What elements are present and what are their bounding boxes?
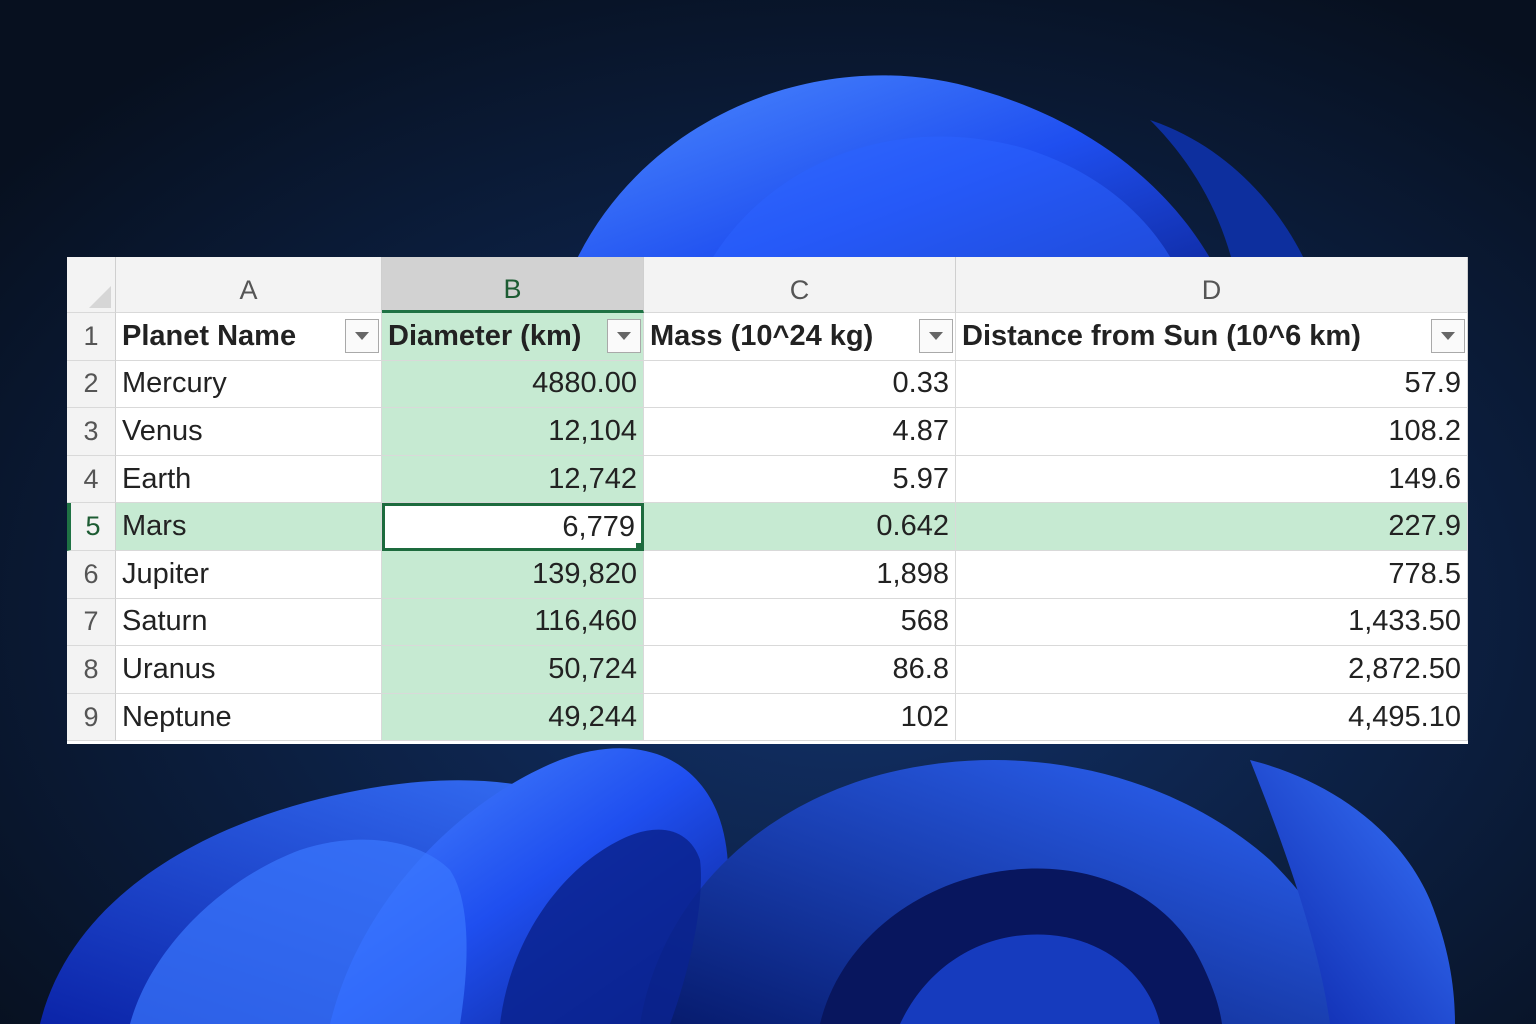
cell-diameter[interactable]: 49,244 xyxy=(382,693,644,742)
header-label: Diameter (km) xyxy=(388,319,582,352)
cell-diameter[interactable]: 139,820 xyxy=(382,550,644,599)
cell-planet[interactable]: Venus xyxy=(116,408,382,456)
header-label: Mass (10^24 kg) xyxy=(650,319,874,352)
header-cell-diameter[interactable]: Diameter (km) xyxy=(382,313,644,361)
row-header[interactable]: 9 xyxy=(67,693,116,742)
cell-mass[interactable]: 1,898 xyxy=(644,550,956,599)
cell-distance[interactable]: 108.2 xyxy=(956,408,1468,456)
cell-diameter[interactable]: 4880.00 xyxy=(382,360,644,409)
dropdown-arrow-icon xyxy=(355,332,369,341)
cell-diameter[interactable]: 12,742 xyxy=(382,455,644,504)
cell-planet[interactable]: Earth xyxy=(116,455,382,504)
dropdown-arrow-icon xyxy=(929,332,943,341)
active-cell-diameter[interactable]: 6,779 xyxy=(382,503,644,551)
table-row: 8 Uranus 50,724 86.8 2,872.50 xyxy=(67,646,1468,694)
row-header[interactable]: 3 xyxy=(67,408,116,456)
cell-planet[interactable]: Mars xyxy=(116,503,382,551)
column-header-d[interactable]: D xyxy=(956,257,1468,313)
row-header[interactable]: 7 xyxy=(67,598,116,647)
cell-distance[interactable]: 2,872.50 xyxy=(956,646,1468,694)
cell-mass[interactable]: 86.8 xyxy=(644,646,956,694)
filter-dropdown-button[interactable] xyxy=(607,319,641,354)
column-header-a[interactable]: A xyxy=(116,257,382,313)
filter-dropdown-button[interactable] xyxy=(345,319,379,354)
cell-planet[interactable]: Neptune xyxy=(116,693,382,742)
fill-handle[interactable] xyxy=(635,541,641,548)
row-header-selected[interactable]: 5 xyxy=(67,503,116,551)
table-row: 4 Earth 12,742 5.97 149.6 xyxy=(67,455,1468,504)
cell-distance[interactable]: 1,433.50 xyxy=(956,598,1468,647)
dropdown-arrow-icon xyxy=(617,332,631,341)
table-header-row: 1 Planet Name Diameter (km) Mass (10^24 … xyxy=(67,313,1468,361)
cell-planet[interactable]: Saturn xyxy=(116,598,382,647)
table-row: 3 Venus 12,104 4.87 108.2 xyxy=(67,408,1468,456)
filter-dropdown-button[interactable] xyxy=(919,319,953,354)
cell-distance[interactable]: 4,495.10 xyxy=(956,693,1468,742)
table-row-selected: 5 Mars 6,779 0.642 227.9 xyxy=(67,503,1468,551)
cell-diameter[interactable]: 116,460 xyxy=(382,598,644,647)
cell-planet[interactable]: Jupiter xyxy=(116,550,382,599)
cell-distance[interactable]: 149.6 xyxy=(956,455,1468,504)
table-row: 9 Neptune 49,244 102 4,495.10 xyxy=(67,693,1468,742)
column-header-c[interactable]: C xyxy=(644,257,956,313)
select-all-triangle-icon xyxy=(89,286,111,308)
active-cell-value: 6,779 xyxy=(562,510,635,543)
header-label: Distance from Sun (10^6 km) xyxy=(962,319,1361,352)
column-header-b[interactable]: B xyxy=(382,257,644,313)
cell-distance[interactable]: 778.5 xyxy=(956,550,1468,599)
row-header[interactable]: 2 xyxy=(67,360,116,409)
cell-mass[interactable]: 0.642 xyxy=(644,503,956,551)
table-row: 6 Jupiter 139,820 1,898 778.5 xyxy=(67,550,1468,599)
dropdown-arrow-icon xyxy=(1441,332,1455,341)
table-row: 7 Saturn 116,460 568 1,433.50 xyxy=(67,598,1468,647)
column-header-row: A B C D xyxy=(67,257,1468,313)
header-label: Planet Name xyxy=(122,319,297,352)
cell-mass[interactable]: 568 xyxy=(644,598,956,647)
row-header[interactable]: 1 xyxy=(67,313,116,361)
cell-distance[interactable]: 227.9 xyxy=(956,503,1468,551)
row-header[interactable]: 8 xyxy=(67,646,116,694)
cell-mass[interactable]: 5.97 xyxy=(644,455,956,504)
spreadsheet-grid[interactable]: A B C D 1 Planet Name Diameter (km) Mass… xyxy=(67,257,1468,744)
cell-planet[interactable]: Uranus xyxy=(116,646,382,694)
filter-dropdown-button[interactable] xyxy=(1431,319,1465,354)
cell-mass[interactable]: 4.87 xyxy=(644,408,956,456)
table-row: 2 Mercury 4880.00 0.33 57.9 xyxy=(67,360,1468,409)
cell-diameter[interactable]: 50,724 xyxy=(382,646,644,694)
cell-distance[interactable]: 57.9 xyxy=(956,360,1468,409)
header-cell-distance[interactable]: Distance from Sun (10^6 km) xyxy=(956,313,1468,361)
header-cell-mass[interactable]: Mass (10^24 kg) xyxy=(644,313,956,361)
cell-diameter[interactable]: 12,104 xyxy=(382,408,644,456)
header-cell-planet-name[interactable]: Planet Name xyxy=(116,313,382,361)
cell-mass[interactable]: 0.33 xyxy=(644,360,956,409)
cell-planet[interactable]: Mercury xyxy=(116,360,382,409)
row-header[interactable]: 6 xyxy=(67,550,116,599)
cell-mass[interactable]: 102 xyxy=(644,693,956,742)
row-header[interactable]: 4 xyxy=(67,455,116,504)
select-all-corner[interactable] xyxy=(67,257,116,313)
